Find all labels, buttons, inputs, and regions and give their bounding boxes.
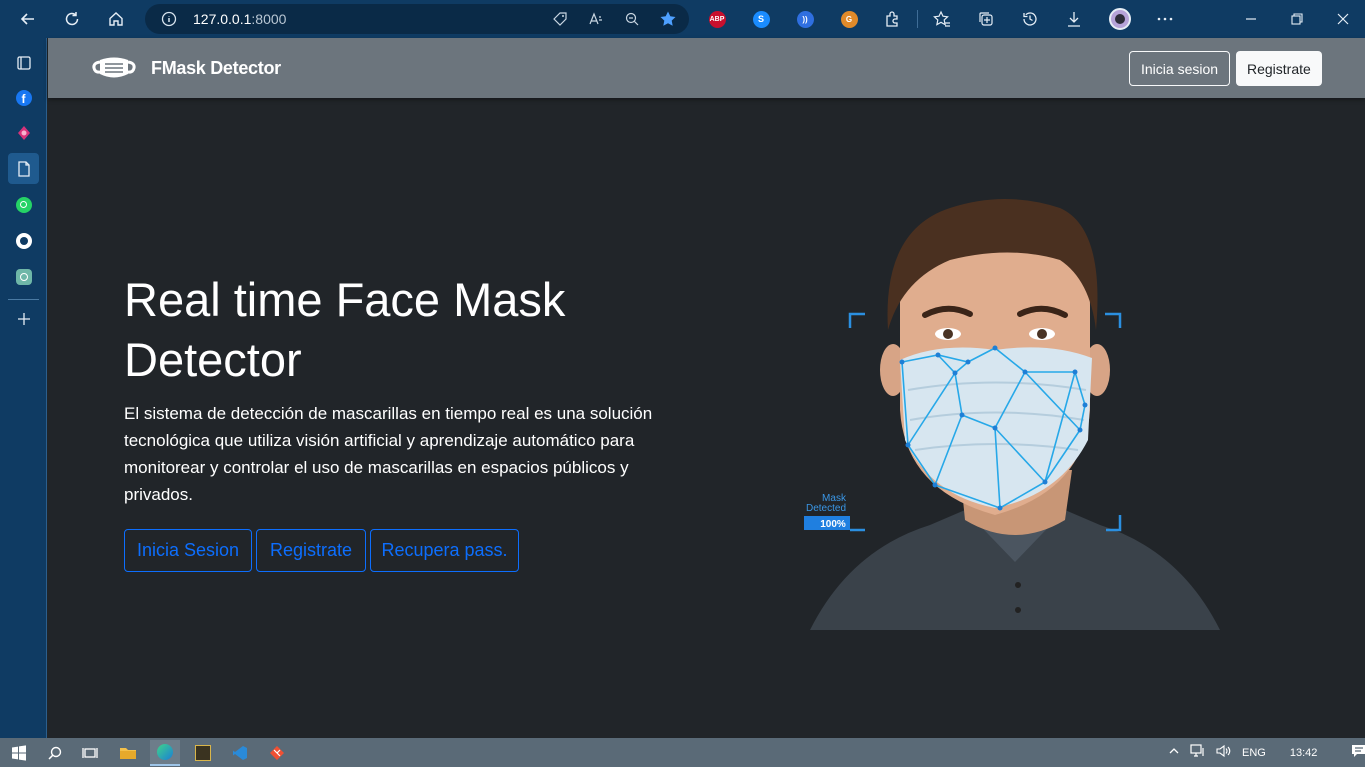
back-icon[interactable] [10,4,46,34]
language-indicator[interactable]: ENG [1242,747,1266,759]
collections-icon[interactable] [974,7,998,31]
mask-logo-icon[interactable] [90,52,138,84]
clock[interactable]: 13:42 [1290,747,1318,759]
notifications-icon[interactable] [1351,744,1365,761]
favorites-icon[interactable] [930,7,954,31]
audio-extension-icon[interactable]: )) [793,7,817,31]
search-icon[interactable] [40,740,70,766]
game-app-icon[interactable] [188,740,218,766]
task-view-icon[interactable] [75,740,105,766]
home-icon[interactable] [98,4,134,34]
mask-label-line2: Detected [806,503,846,514]
github-icon[interactable] [8,225,39,256]
volume-icon[interactable] [1216,744,1232,761]
add-icon[interactable] [8,303,39,334]
more-menu-icon[interactable] [1153,7,1177,31]
url-port: :8000 [251,11,287,27]
app-navbar: FMask Detector Inicia sesion Registrate [48,38,1365,98]
history-icon[interactable] [1018,7,1042,31]
favorite-star-icon[interactable] [657,8,679,30]
toolbar-divider [917,10,918,28]
hero-title: Real time Face Mask Detector [124,273,566,386]
close-icon[interactable] [1331,8,1355,30]
read-aloud-icon[interactable] [585,8,607,30]
hero-register-button[interactable]: Registrate [256,529,366,572]
hero-login-button[interactable]: Inicia Sesion [124,529,252,572]
url-text: 127.0.0.1:8000 [193,11,286,27]
adblock-extension-icon[interactable]: ABP [705,7,729,31]
file-explorer-icon[interactable] [113,740,143,766]
facebook-icon[interactable]: f [8,82,39,113]
tab-actions-icon[interactable] [8,47,39,78]
network-icon[interactable] [1190,744,1206,761]
git-gui-icon[interactable] [262,740,292,766]
color-label: G [840,10,858,28]
browser-toolbar: 127.0.0.1:8000 ABP S )) G [0,0,1365,38]
windows-start-icon[interactable] [4,740,34,766]
adblock-label: ABP [708,10,726,28]
windows-taskbar: ENG 13:42 [0,738,1365,767]
audio-label: )) [796,10,814,28]
info-icon[interactable] [161,11,177,27]
confidence-value: 100% [820,519,846,530]
whatsapp-icon[interactable] [8,189,39,220]
mask-detection-illustration: Mask Detected 100% [804,199,1220,630]
profile-avatar-icon[interactable] [1108,7,1132,31]
shazam-extension-icon[interactable]: S [749,7,773,31]
shazam-label: S [752,10,770,28]
hero-recover-password-button[interactable]: Recupera pass. [370,529,519,572]
extensions-puzzle-icon[interactable] [881,7,905,31]
vscode-icon[interactable] [225,740,255,766]
restore-icon[interactable] [1285,8,1309,30]
chatgpt-icon[interactable] [8,261,39,292]
address-bar[interactable]: 127.0.0.1:8000 [145,4,689,34]
url-host: 127.0.0.1 [193,11,252,27]
browser-sidebar: f [0,38,47,738]
zoom-out-icon[interactable] [621,8,643,30]
downloads-icon[interactable] [1062,7,1086,31]
minimize-icon[interactable] [1239,8,1263,30]
document-icon[interactable] [8,153,39,184]
brand-name[interactable]: FMask Detector [151,58,281,79]
sidebar-divider [8,299,39,300]
refresh-icon[interactable] [54,4,90,34]
edge-browser-icon[interactable] [150,740,180,766]
login-button[interactable]: Inicia sesion [1129,51,1231,86]
system-tray: ENG 13:42 [1168,738,1365,767]
gem-icon[interactable] [8,117,39,148]
tag-icon[interactable] [549,8,571,30]
hero-description: El sistema de detección de mascarillas e… [124,404,653,504]
register-button[interactable]: Registrate [1236,51,1322,86]
chevron-up-icon[interactable] [1168,745,1180,760]
color-extension-icon[interactable]: G [837,7,861,31]
